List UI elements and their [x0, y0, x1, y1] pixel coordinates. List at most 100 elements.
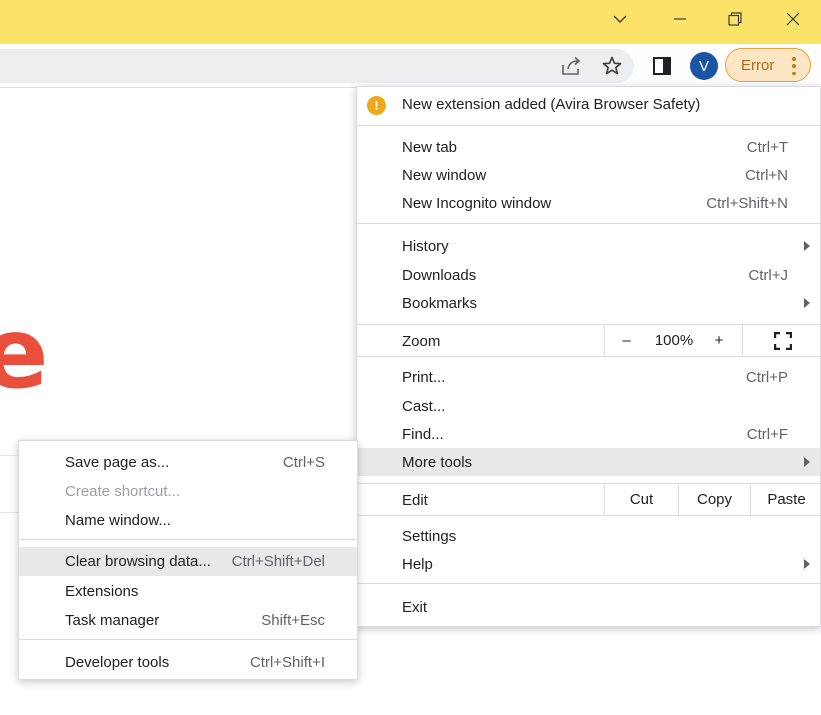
- menu-item-label: New Incognito window: [402, 195, 552, 212]
- title-bar: [0, 0, 821, 44]
- close-button[interactable]: [765, 0, 821, 38]
- copy-button[interactable]: Copy: [678, 484, 750, 515]
- side-panel-icon: [653, 57, 671, 75]
- menu-item-label: Bookmarks: [402, 295, 478, 312]
- side-panel-button[interactable]: [650, 54, 674, 78]
- zoom-level: 100%: [648, 325, 700, 356]
- chevron-down-icon: [613, 15, 627, 23]
- copy-label: Copy: [696, 491, 733, 508]
- share-icon: [562, 56, 581, 75]
- menu-item-label: More tools: [402, 454, 473, 471]
- menu-item-bookmarks[interactable]: Bookmarks: [357, 289, 820, 317]
- menu-item-edit: Edit Cut Copy Paste: [357, 484, 820, 515]
- error-menu-button[interactable]: Error: [725, 48, 811, 82]
- menu-item-label: Help: [402, 556, 433, 573]
- more-vert-icon: [791, 57, 797, 75]
- cut-label: Cut: [629, 491, 654, 508]
- minimize-button[interactable]: [652, 0, 708, 38]
- menu-separator: [357, 515, 820, 516]
- menu-item-downloads[interactable]: Downloads Ctrl+J: [357, 261, 820, 289]
- notification-label: New extension added (Avira Browser Safet…: [402, 96, 701, 113]
- bookmark-button[interactable]: [600, 54, 624, 78]
- menu-separator: [357, 125, 820, 126]
- menu-item-label: Edit: [402, 492, 428, 509]
- menu-item-find[interactable]: Find... Ctrl+F: [357, 420, 820, 448]
- menu-item-settings[interactable]: Settings: [357, 522, 820, 550]
- shortcut-label: Ctrl+S: [282, 454, 325, 471]
- menu-item-extensions[interactable]: Extensions: [19, 577, 357, 605]
- cut-button[interactable]: Cut: [604, 484, 678, 515]
- shortcut-label: Ctrl+Shift+I: [249, 654, 325, 671]
- bookmark-star-icon: [602, 56, 622, 75]
- close-icon: [786, 12, 800, 26]
- shortcut-label: Ctrl+P: [745, 369, 788, 386]
- menu-separator: [19, 539, 357, 540]
- menu-item-label: Developer tools: [65, 654, 170, 671]
- more-tools-submenu: Save page as... Ctrl+S Create shortcut..…: [18, 440, 358, 680]
- profile-avatar[interactable]: V: [690, 52, 718, 80]
- menu-item-exit[interactable]: Exit: [357, 593, 820, 621]
- fullscreen-icon: [773, 331, 792, 350]
- restore-button[interactable]: [707, 0, 763, 38]
- shortcut-label: Ctrl+Shift+Del: [231, 553, 325, 570]
- tab-search-button[interactable]: [592, 0, 648, 38]
- shortcut-label: Ctrl+Shift+N: [706, 195, 788, 212]
- menu-item-label: History: [402, 238, 449, 255]
- submenu-arrow-icon: [804, 241, 810, 251]
- submenu-arrow-icon: [804, 457, 810, 467]
- menu-item-task-manager[interactable]: Task manager Shift+Esc: [19, 606, 357, 634]
- menu-item-history[interactable]: History: [357, 232, 820, 260]
- shortcut-label: Ctrl+N: [745, 167, 788, 184]
- minimize-icon: [674, 18, 686, 20]
- submenu-arrow-icon: [804, 298, 810, 308]
- menu-item-label: Find...: [402, 426, 444, 443]
- notification-item[interactable]: ! New extension added (Avira Browser Saf…: [357, 90, 820, 118]
- menu-item-create-shortcut: Create shortcut...: [19, 477, 357, 505]
- error-label: Error: [741, 57, 775, 74]
- menu-item-more-tools[interactable]: More tools: [357, 448, 820, 476]
- menu-item-new-window[interactable]: New window Ctrl+N: [357, 161, 820, 189]
- menu-item-clear-browsing-data[interactable]: Clear browsing data... Ctrl+Shift+Del: [19, 547, 357, 576]
- menu-item-label: Settings: [402, 528, 457, 545]
- page-logo-fragment: e: [0, 297, 49, 411]
- paste-button[interactable]: Paste: [750, 484, 821, 515]
- menu-item-label: Print...: [402, 369, 446, 386]
- menu-item-label: Save page as...: [65, 454, 170, 471]
- menu-item-help[interactable]: Help: [357, 550, 820, 578]
- menu-separator: [357, 583, 820, 584]
- menu-separator: [357, 223, 820, 224]
- menu-item-label: New tab: [402, 139, 458, 156]
- menu-item-label: Exit: [402, 599, 428, 616]
- menu-item-new-incognito[interactable]: New Incognito window Ctrl+Shift+N: [357, 189, 820, 217]
- zoom-out-label: –: [622, 332, 631, 349]
- zoom-in-label: +: [714, 332, 724, 349]
- menu-item-name-window[interactable]: Name window...: [19, 506, 357, 534]
- menu-item-developer-tools[interactable]: Developer tools Ctrl+Shift+I: [19, 648, 357, 676]
- menu-item-save-page[interactable]: Save page as... Ctrl+S: [19, 448, 357, 476]
- shortcut-label: Shift+Esc: [261, 612, 325, 629]
- menu-item-label: New window: [402, 167, 487, 184]
- menu-separator: [357, 356, 820, 357]
- restore-icon: [728, 12, 742, 26]
- zoom-value: 100%: [654, 332, 694, 349]
- shortcut-label: Ctrl+F: [746, 426, 788, 443]
- zoom-in-button[interactable]: +: [700, 325, 738, 356]
- address-bar[interactable]: [0, 49, 634, 83]
- menu-item-new-tab[interactable]: New tab Ctrl+T: [357, 133, 820, 161]
- menu-item-print[interactable]: Print... Ctrl+P: [357, 363, 820, 391]
- menu-item-label: Cast...: [402, 398, 446, 415]
- menu-item-label: Clear browsing data...: [65, 553, 211, 570]
- menu-separator: [19, 639, 357, 640]
- menu-item-cast[interactable]: Cast...: [357, 392, 820, 420]
- menu-item-label: Name window...: [65, 512, 171, 529]
- menu-item-label: Create shortcut...: [65, 483, 181, 500]
- menu-item-zoom: Zoom – 100% +: [357, 325, 820, 356]
- fullscreen-button[interactable]: [742, 325, 821, 356]
- zoom-out-button[interactable]: –: [604, 325, 648, 356]
- shortcut-label: Ctrl+J: [748, 267, 788, 284]
- menu-item-label: Downloads: [402, 267, 477, 284]
- paste-label: Paste: [767, 491, 806, 508]
- shortcut-label: Ctrl+T: [746, 139, 788, 156]
- chrome-main-menu: ! New extension added (Avira Browser Saf…: [356, 86, 821, 627]
- share-button[interactable]: [560, 54, 584, 78]
